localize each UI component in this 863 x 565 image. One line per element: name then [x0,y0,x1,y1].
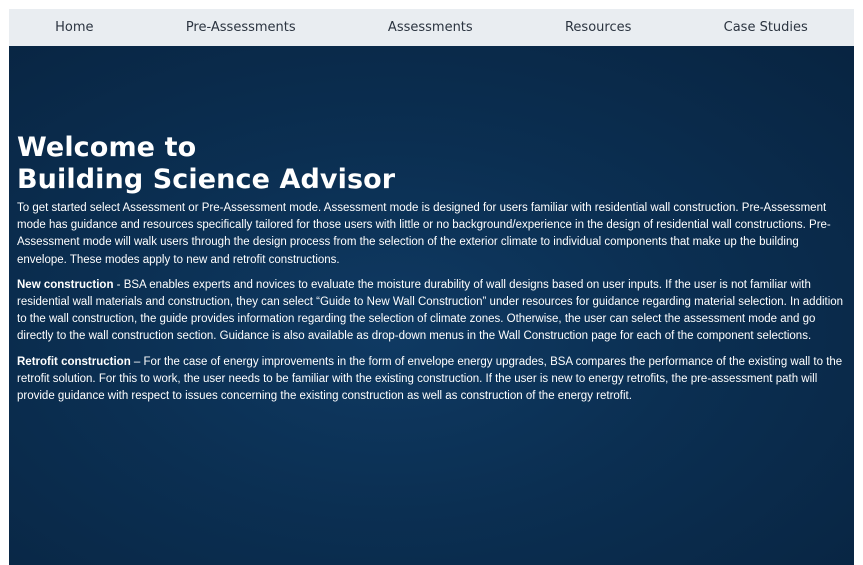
title-line-2: Building Science Advisor [17,164,396,195]
retrofit-heading: Retrofit construction [17,355,131,368]
new-construction-text: - BSA enables experts and novices to eva… [17,278,844,343]
title-line-1: Welcome to [17,132,197,163]
page: Home Pre-Assessments Assessments Resourc… [0,0,863,565]
top-navigation: Home Pre-Assessments Assessments Resourc… [9,9,854,46]
retrofit-paragraph: Retrofit construction – For the case of … [17,354,844,406]
nav-home[interactable]: Home [55,20,93,35]
intro-paragraph: To get started select Assessment or Pre-… [17,202,831,266]
nav-resources[interactable]: Resources [565,20,631,35]
nav-case-studies[interactable]: Case Studies [724,20,808,35]
page-title: Welcome to Building Science Advisor [17,132,844,196]
retrofit-text: – For the case of energy improvements in… [17,355,843,403]
new-construction-paragraph: New construction - BSA enables experts a… [17,277,844,346]
nav-assessments[interactable]: Assessments [388,20,473,35]
hero-section: Welcome to Building Science Advisor To g… [9,46,854,565]
new-construction-heading: New construction [17,278,114,291]
nav-pre-assessments[interactable]: Pre-Assessments [186,20,296,35]
